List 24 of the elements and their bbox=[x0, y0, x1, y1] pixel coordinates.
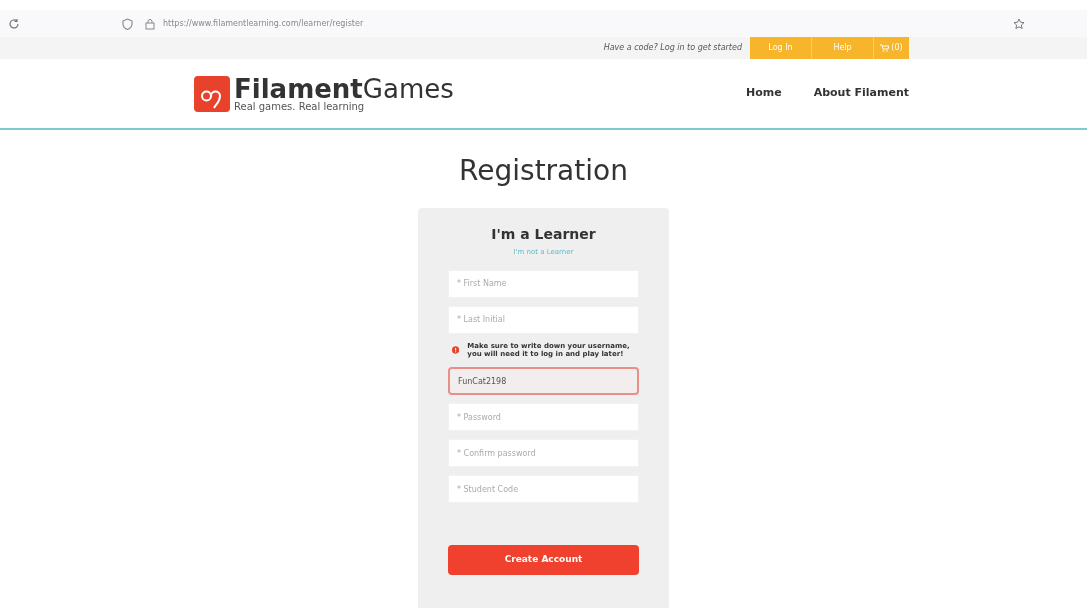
input-field[interactable]: * Password bbox=[448, 403, 639, 431]
cart-icon bbox=[880, 44, 890, 53]
url-text[interactable]: https://www.filamentlearning.com/learner/register bbox=[163, 17, 364, 30]
nav-link[interactable]: About Filament bbox=[813, 85, 909, 102]
nav-link[interactable]: Home bbox=[745, 85, 782, 102]
reload-icon[interactable] bbox=[8, 17, 20, 30]
star-icon[interactable] bbox=[1013, 17, 1025, 30]
logo-icon bbox=[194, 75, 230, 112]
cart-button[interactable]: (0) bbox=[874, 37, 909, 60]
brand-name: FilamentGames bbox=[234, 75, 454, 102]
lock-icon bbox=[145, 17, 155, 30]
input-field[interactable]: * Student Code bbox=[448, 475, 639, 503]
input-field[interactable]: * Last Initial bbox=[448, 305, 639, 334]
login-prompt: Have a code? Log in to get started bbox=[603, 42, 742, 55]
page-title: Registration bbox=[459, 153, 628, 189]
login-button[interactable]: Log In bbox=[750, 37, 812, 60]
shield-icon bbox=[122, 17, 133, 30]
input-field[interactable]: FunCat2198 bbox=[448, 367, 639, 395]
create-account-button[interactable]: Create Account bbox=[448, 545, 639, 575]
input-field[interactable]: * First Name bbox=[448, 269, 639, 298]
help-button[interactable]: Help bbox=[812, 37, 874, 60]
input-field[interactable]: * Confirm password bbox=[448, 439, 639, 467]
brand-tagline: Real games. Real learning bbox=[234, 101, 366, 112]
card-title: I'm a Learner bbox=[491, 225, 596, 244]
